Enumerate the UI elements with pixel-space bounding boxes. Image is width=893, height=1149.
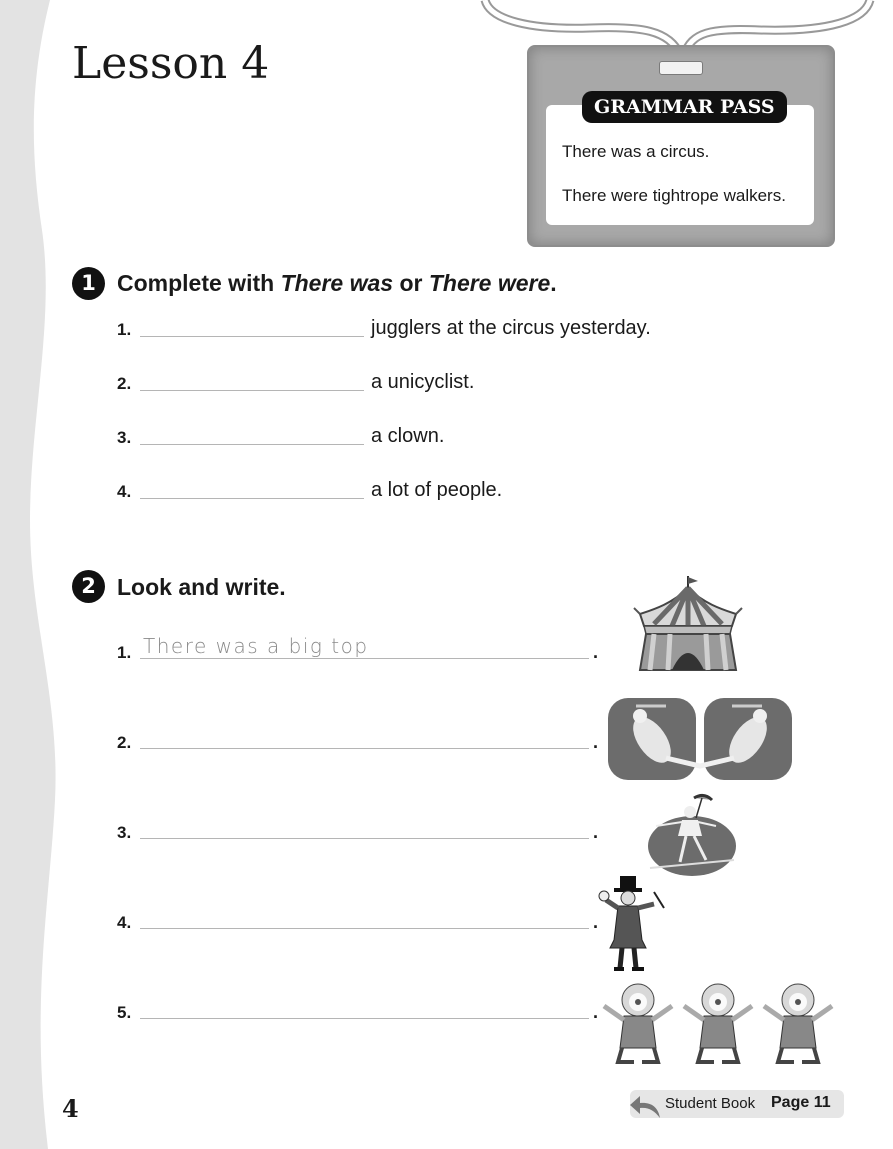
back-arrow-icon [630, 1096, 660, 1118]
grammar-example-2: There were tightrope walkers. [562, 186, 786, 205]
ex2-example-answer: There was a big top [143, 634, 369, 658]
ex1-item-1-answer-line[interactable] [140, 336, 364, 337]
ex1-item-3-number: 3. [117, 428, 132, 447]
ex1-item-4-text: a lot of people. [371, 479, 503, 501]
ex2-item-5-number: 5. [117, 1003, 132, 1022]
clowns-icon [602, 983, 834, 1064]
ex1-item-4-answer-line[interactable] [140, 498, 364, 499]
ex2-item-1-period: . [593, 642, 599, 662]
student-book-reference[interactable]: Student Book Page 11 [630, 1090, 844, 1118]
badge-slot [659, 61, 703, 75]
ex2-item-2-number: 2. [117, 733, 132, 752]
grammar-pass-inner [546, 105, 814, 225]
trapeze-artists-icon [608, 698, 792, 780]
ex2-item-3-number: 3. [117, 823, 132, 842]
ex1-item-1-text: jugglers at the circus yesterday. [371, 317, 651, 339]
exercise-2-badge: 2 [72, 570, 105, 603]
ex2-item-3-period: . [593, 822, 599, 842]
ex1-item-2-text: a unicyclist. [371, 371, 475, 393]
ex2-item-5-answer-line[interactable] [140, 1018, 589, 1019]
clown-figure [682, 983, 754, 1064]
wavy-page-margin [0, 0, 56, 1149]
big-top-tent-icon [633, 576, 743, 671]
clown-figure [762, 983, 834, 1064]
ex2-item-5-period: . [593, 1002, 599, 1022]
tightrope-walker-icon [648, 793, 736, 876]
grammar-pass-header: GRAMMAR PASS [582, 91, 787, 123]
reference-book-label: Student Book [665, 1095, 756, 1112]
grammar-example-1: There was a circus. [562, 142, 710, 161]
page-number: 4 [62, 1094, 79, 1123]
ex2-item-2-period: . [593, 732, 599, 752]
reference-page-label: Page 11 [771, 1094, 831, 1111]
ex2-item-4-answer-line[interactable] [140, 928, 589, 929]
ex1-item-4-number: 4. [117, 482, 132, 501]
ex1-item-1-number: 1. [117, 320, 132, 339]
ex1-item-2-answer-line[interactable] [140, 390, 364, 391]
exercise-2-instruction: Look and write. [117, 574, 286, 600]
ex2-item-3-answer-line[interactable] [140, 838, 589, 839]
ex1-item-2-number: 2. [117, 374, 132, 393]
clown-figure [602, 983, 674, 1064]
ex2-item-1-answer-line[interactable] [140, 658, 589, 659]
ringmaster-icon [598, 876, 665, 971]
exercise-1-instruction: Complete with There was or There were. [117, 270, 557, 296]
ex2-item-4-number: 4. [117, 913, 132, 932]
ex1-item-3-answer-line[interactable] [140, 444, 364, 445]
lesson-title: Lesson 4 [72, 38, 270, 89]
grammar-pass-card: GRAMMAR PASS There was a circus. There w… [527, 45, 835, 247]
ex1-item-3-text: a clown. [371, 425, 445, 447]
ex2-item-2-answer-line[interactable] [140, 748, 589, 749]
ex2-item-1-number: 1. [117, 643, 132, 662]
exercise-1-badge: 1 [72, 267, 105, 300]
